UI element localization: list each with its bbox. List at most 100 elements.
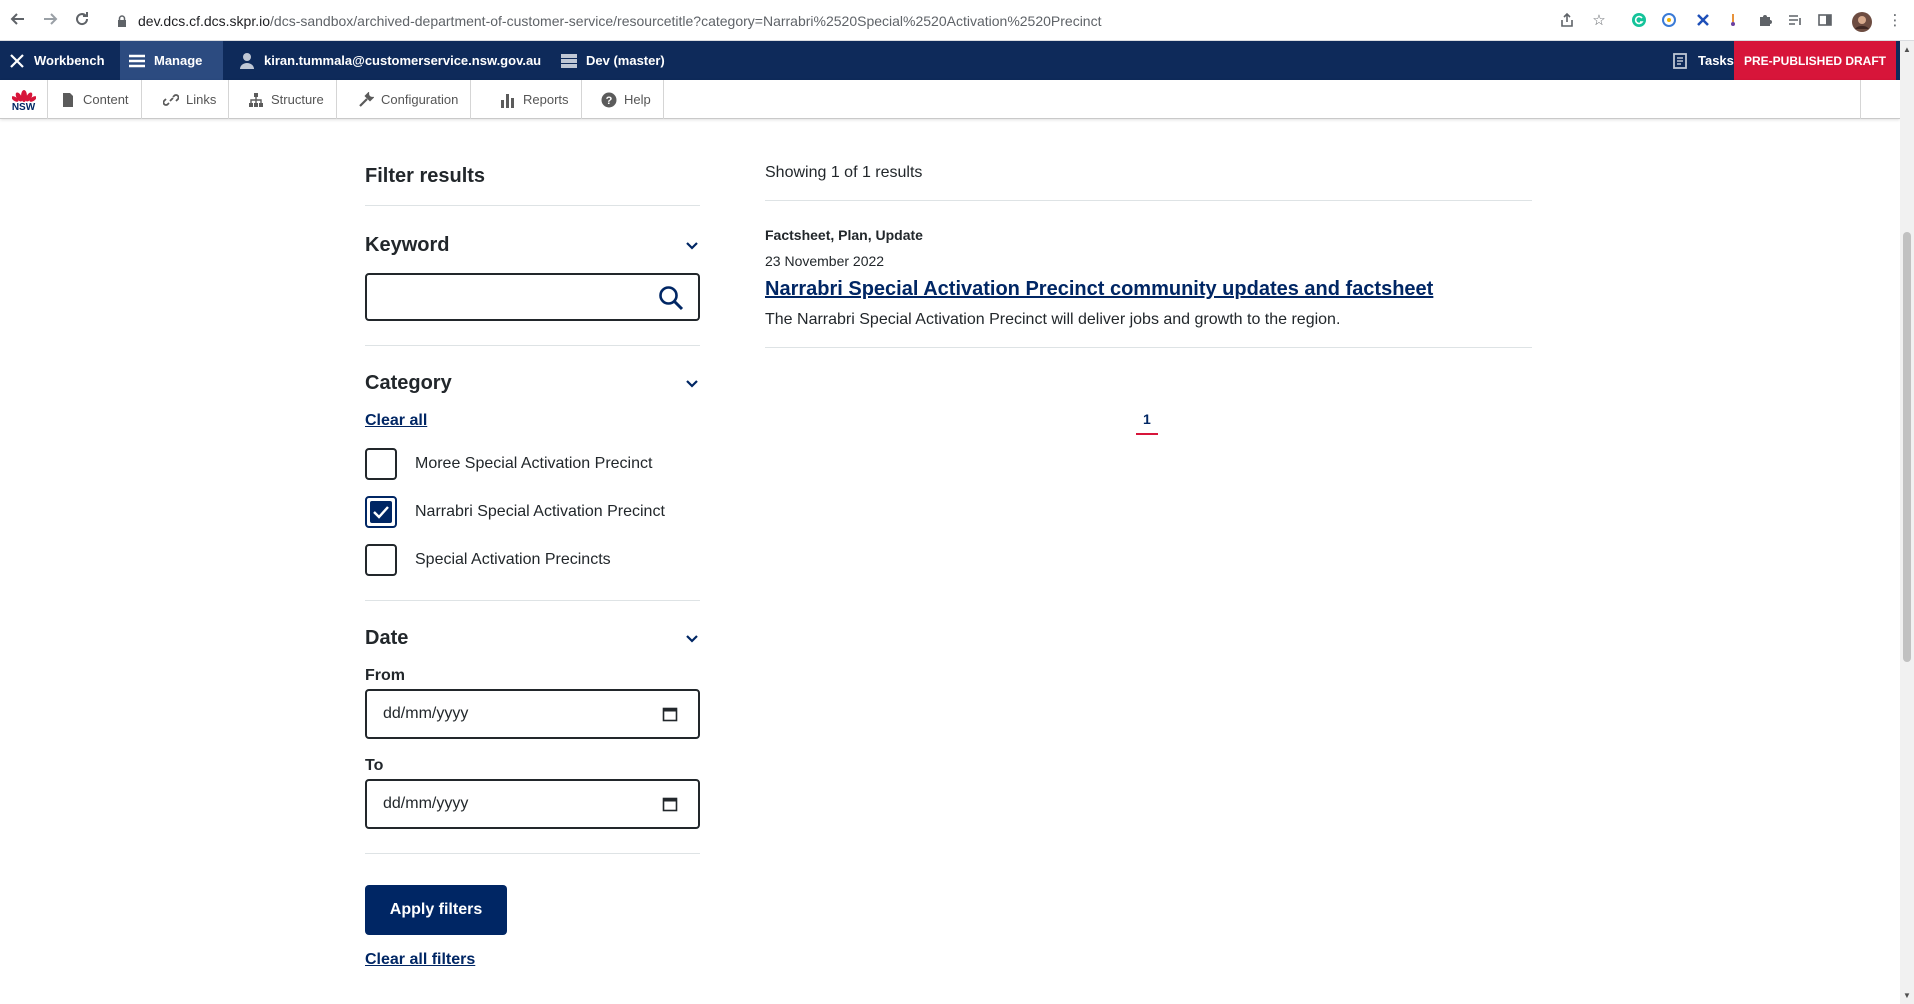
calendar-icon[interactable] [662,706,678,722]
help-icon: ? [601,92,617,108]
search-icon[interactable] [658,285,684,311]
date-from-label: From [365,667,405,684]
star-icon[interactable]: ☆ [1590,12,1608,30]
reading-list-icon[interactable] [1786,12,1804,30]
toolbar-divider [1860,80,1861,119]
date-to-label: To [365,757,384,774]
result-title-link[interactable]: Narrabri Special Activation Precinct com… [765,278,1532,301]
environment-link[interactable]: Dev (master) [552,41,673,80]
filter-heading: Filter results [365,165,486,187]
user-icon [238,52,256,70]
result-type: Factsheet, Plan, Update [765,227,923,243]
user-link[interactable]: kiran.tummala@customerservice.nsw.gov.au [230,41,549,80]
reload-icon[interactable] [72,10,92,30]
server-icon [560,52,578,70]
divider [365,345,700,346]
avatar[interactable] [1852,12,1872,32]
wrench-icon [358,90,375,108]
toolbar-reports-label: Reports [523,92,569,107]
toolbar-content[interactable]: Content [48,80,142,119]
category-section-toggle[interactable]: Category [365,372,700,395]
results-panel: Showing 1 of 1 results Factsheet, Plan, … [765,140,1532,348]
category-clear-all-link[interactable]: Clear all [365,412,427,429]
tasks-link[interactable]: Tasks [1664,41,1742,80]
clear-all-filters-link[interactable]: Clear all filters [365,951,475,968]
grammarly-extension-icon[interactable] [1630,12,1648,30]
extension-icon[interactable] [1724,12,1742,30]
category-option[interactable]: Narrabri Special Activation Precinct [365,488,700,536]
category-checkbox[interactable] [365,544,397,576]
date-title: Date [365,627,409,649]
user-label: kiran.tummala@customerservice.nsw.gov.au [264,53,542,68]
keyword-input[interactable] [375,283,635,311]
extension-icon[interactable] [1660,12,1678,30]
keyword-field[interactable] [365,273,700,321]
hamburger-icon [128,52,146,70]
category-option[interactable]: Special Activation Precincts [365,536,700,584]
status-badge: PRE-PUBLISHED DRAFT [1733,41,1896,80]
forward-arrow-icon[interactable] [40,10,60,30]
bar-chart-icon [500,92,516,108]
category-option[interactable]: Moree Special Activation Precinct [365,440,700,488]
toolbar-reports[interactable]: Reports [488,80,582,119]
divider [765,200,1532,201]
side-panel-icon[interactable] [1816,12,1834,30]
x-extension-icon[interactable] [1694,12,1712,30]
address-bar[interactable]: dev.dcs.cf.dcs.skpr.io/dcs-sandbox/archi… [138,13,1101,29]
puzzle-icon[interactable] [1756,12,1774,30]
divider [365,853,700,854]
url-path: /dcs-sandbox/archived-department-of-cust… [270,13,1102,29]
date-section-toggle[interactable]: Date [365,627,700,650]
nsw-logo[interactable]: NSW [0,80,48,119]
category-checkbox[interactable] [365,448,397,480]
category-options: Moree Special Activation Precinct Narrab… [365,440,700,584]
category-checkbox-checked[interactable] [365,496,397,528]
checkmark-icon [373,506,389,519]
nsw-logo-text: NSW [11,101,36,113]
toolbar-structure-label: Structure [271,92,324,107]
back-arrow-icon[interactable] [8,10,28,30]
toolbar-help[interactable]: ? Help [589,80,664,119]
more-vertical-icon[interactable]: ⋮ [1886,12,1904,30]
date-from-value: dd/mm/yyyy [383,705,469,722]
calendar-icon[interactable] [662,796,678,812]
url-host: dev.dcs.cf.dcs.skpr.io [138,13,271,29]
category-option-label: Moree Special Activation Precinct [415,455,653,472]
filter-sidebar: Filter results Keyword Category Clear al… [365,140,700,969]
toolbar-help-label: Help [624,92,651,107]
apply-filters-button[interactable]: Apply filters [365,885,507,935]
link-icon [162,92,180,108]
workbench-label: Workbench [34,53,105,68]
result-date: 23 November 2022 [765,253,885,269]
keyword-section-toggle[interactable]: Keyword [365,234,700,257]
toolbar-links[interactable]: Links [151,80,230,119]
current-page-underline [1136,433,1158,435]
tools-icon [8,52,26,70]
divider [365,205,700,206]
toolbar-content-label: Content [83,92,129,107]
page-number-current[interactable]: 1 [1143,411,1151,427]
date-from-input[interactable]: dd/mm/yyyy [365,689,700,739]
admin-toolbar: Workbench Manage kiran.tummala@customers… [0,41,1914,80]
toolbar-structure[interactable]: Structure [236,80,337,119]
admin-sub-toolbar: NSW Content Links Structure Configuratio… [0,80,1900,119]
page-scrollbar[interactable]: ▲ ▼ [1900,41,1914,1004]
share-icon[interactable] [1558,12,1576,30]
scroll-up-icon[interactable]: ▲ [1902,45,1912,55]
scroll-thumb[interactable] [1903,232,1911,662]
workbench-link[interactable]: Workbench [0,41,113,80]
date-to-input[interactable]: dd/mm/yyyy [365,779,700,829]
toolbar-configuration[interactable]: Configuration [346,80,472,119]
chevron-down-icon [686,634,698,643]
divider [365,600,700,601]
environment-label: Dev (master) [586,53,665,68]
sitemap-icon [248,92,264,108]
manage-link[interactable]: Manage [120,41,223,80]
tasks-icon [1672,52,1690,70]
category-option-label: Special Activation Precincts [415,551,611,568]
keyword-title: Keyword [365,234,450,256]
category-option-label: Narrabri Special Activation Precinct [415,503,665,520]
waratah-icon [11,89,36,102]
manage-label: Manage [154,53,203,68]
scroll-down-icon[interactable]: ▼ [1902,991,1912,1001]
